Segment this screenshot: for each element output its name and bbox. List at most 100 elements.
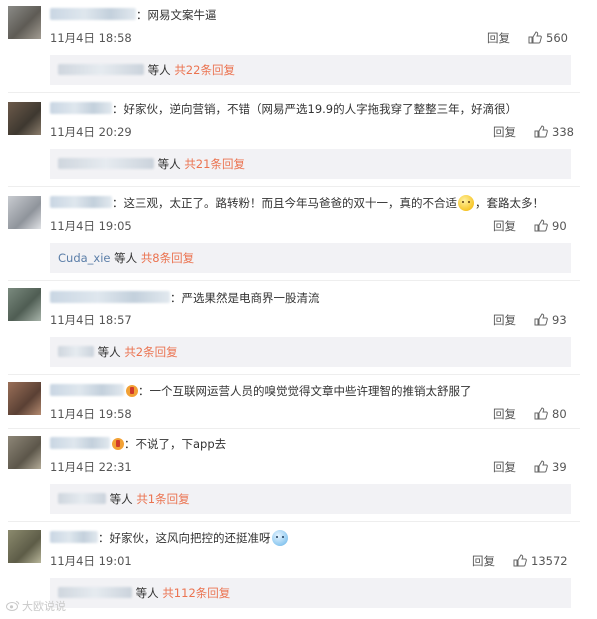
- like-count: 90: [552, 219, 567, 233]
- username[interactable]: [50, 291, 170, 303]
- comment-text: ：好家伙，这风向把控的还挺准呀: [98, 531, 271, 545]
- username[interactable]: [50, 102, 112, 114]
- reply-usernames[interactable]: [58, 158, 154, 169]
- reply-button[interactable]: 回复: [493, 313, 516, 327]
- avatar[interactable]: [8, 382, 41, 415]
- comment-text: ：严选果然是电商界一股清流: [170, 291, 320, 305]
- avatar[interactable]: [8, 436, 41, 469]
- comment-text: ：好家伙，逆向营销，不错（网易严选19.9的人字拖我穿了整整三年，好滴很）: [112, 102, 518, 116]
- comment-body: ：严选果然是电商界一股清流: [50, 290, 320, 306]
- reply-button[interactable]: 回复: [493, 125, 516, 139]
- reply-usernames[interactable]: [58, 493, 106, 504]
- divider: [8, 186, 580, 187]
- comment-text: ：一个互联网运营人员的嗅觉觉得文章中些许理智的推销太舒服了: [138, 384, 472, 398]
- avatar[interactable]: [8, 288, 41, 321]
- thumbs-up-icon[interactable]: [528, 31, 542, 44]
- comment-text: ：这三观，太正了。路转粉！而且今年马爸爸的双十一，真的不合适: [112, 196, 457, 210]
- comment-time: 11月4日 20:29: [50, 125, 132, 139]
- avatar[interactable]: [8, 102, 41, 135]
- comment-actions: 回复 90: [493, 218, 567, 234]
- replies-count-link[interactable]: 共21条回复: [184, 157, 245, 171]
- comment-body: ：好家伙，逆向营销，不错（网易严选19.9的人字拖我穿了整整三年，好滴很）: [50, 101, 517, 117]
- replies-count-link[interactable]: 共112条回复: [162, 586, 230, 600]
- comment-text: ：网易文案牛逼: [136, 8, 217, 22]
- comment-body: ：好家伙，这风向把控的还挺准呀: [50, 530, 289, 546]
- replies-count-link[interactable]: 共8条回复: [141, 251, 194, 265]
- like-count: 80: [552, 407, 567, 421]
- comment-body: ：一个互联网运营人员的嗅觉觉得文章中些许理智的推销太舒服了: [50, 383, 472, 399]
- comment-actions: 回复 39: [493, 459, 567, 475]
- replies-suffix: 等人: [147, 63, 171, 77]
- like-count: 338: [552, 125, 574, 139]
- replies-summary[interactable]: 等人 共2条回复: [50, 337, 571, 367]
- smile-emoji-icon: [458, 195, 474, 211]
- like-count: 39: [552, 460, 567, 474]
- divider: [8, 428, 580, 429]
- username[interactable]: [50, 8, 136, 20]
- smile-emoji-icon: [271, 530, 288, 546]
- replies-summary[interactable]: 等人 共112条回复: [50, 578, 571, 608]
- replies-summary[interactable]: 等人 共22条回复: [50, 55, 571, 85]
- username[interactable]: [50, 384, 124, 396]
- comment-actions: 回复 338: [493, 124, 574, 140]
- comment-actions: 回复 93: [493, 312, 567, 328]
- replies-summary[interactable]: Cuda_xie 等人 共8条回复: [50, 243, 571, 273]
- replies-suffix: 等人: [135, 586, 159, 600]
- comment-text-end: ，套路太多！: [475, 196, 544, 210]
- weibo-logo-icon: [6, 601, 20, 611]
- thumbs-up-icon[interactable]: [534, 460, 548, 473]
- comment-body: ：这三观，太正了。路转粉！而且今年马爸爸的双十一，真的不合适 ，套路太多！: [50, 195, 544, 211]
- vip-badge-icon: [112, 438, 124, 450]
- reply-usernames[interactable]: [58, 346, 94, 357]
- like-count: 13572: [531, 554, 568, 568]
- thumbs-up-icon[interactable]: [513, 554, 527, 567]
- username[interactable]: [50, 531, 98, 543]
- replies-suffix: 等人: [114, 251, 138, 265]
- reply-button[interactable]: 回复: [493, 460, 516, 474]
- replies-suffix: 等人: [97, 345, 121, 359]
- replies-count-link[interactable]: 共2条回复: [124, 345, 177, 359]
- reply-button[interactable]: 回复: [472, 554, 495, 568]
- reply-button[interactable]: 回复: [487, 31, 510, 45]
- comment-time: 11月4日 19:05: [50, 219, 132, 233]
- replies-summary[interactable]: 等人 共21条回复: [50, 149, 571, 179]
- divider: [8, 521, 580, 522]
- comment-actions: 回复 80: [493, 406, 567, 422]
- divider: [8, 280, 580, 281]
- username[interactable]: [50, 196, 112, 208]
- replies-summary[interactable]: 等人 共1条回复: [50, 484, 571, 514]
- watermark: 大欧说说: [6, 598, 66, 614]
- thumbs-up-icon[interactable]: [534, 219, 548, 232]
- divider: [8, 92, 580, 93]
- comment-time: 11月4日 19:58: [50, 407, 132, 421]
- vip-badge-icon: [126, 385, 138, 397]
- comment-text: ：不说了，下app去: [124, 437, 227, 451]
- divider: [8, 374, 580, 375]
- avatar[interactable]: [8, 6, 41, 39]
- comment-time: 11月4日 18:58: [50, 31, 132, 45]
- reply-usernames[interactable]: [58, 64, 144, 75]
- thumbs-up-icon[interactable]: [534, 407, 548, 420]
- replies-count-link[interactable]: 共1条回复: [136, 492, 189, 506]
- comment-time: 11月4日 18:57: [50, 313, 132, 327]
- username[interactable]: [50, 437, 110, 449]
- reply-username-link[interactable]: Cuda_xie: [58, 251, 111, 265]
- comment-actions: 回复 13572: [472, 553, 568, 569]
- replies-suffix: 等人: [109, 492, 133, 506]
- reply-usernames[interactable]: [58, 587, 132, 598]
- replies-count-link[interactable]: 共22条回复: [174, 63, 235, 77]
- comment-body: ：不说了，下app去: [50, 436, 226, 452]
- comment-time: 11月4日 22:31: [50, 460, 132, 474]
- like-count: 93: [552, 313, 567, 327]
- avatar[interactable]: [8, 196, 41, 229]
- watermark-text: 大欧说说: [22, 600, 66, 613]
- avatar[interactable]: [8, 530, 41, 563]
- comment-body: ：网易文案牛逼: [50, 7, 217, 23]
- thumbs-up-icon[interactable]: [534, 313, 548, 326]
- like-count: 560: [546, 31, 568, 45]
- replies-suffix: 等人: [157, 157, 181, 171]
- comment-time: 11月4日 19:01: [50, 554, 132, 568]
- reply-button[interactable]: 回复: [493, 219, 516, 233]
- reply-button[interactable]: 回复: [493, 407, 516, 421]
- thumbs-up-icon[interactable]: [534, 125, 548, 138]
